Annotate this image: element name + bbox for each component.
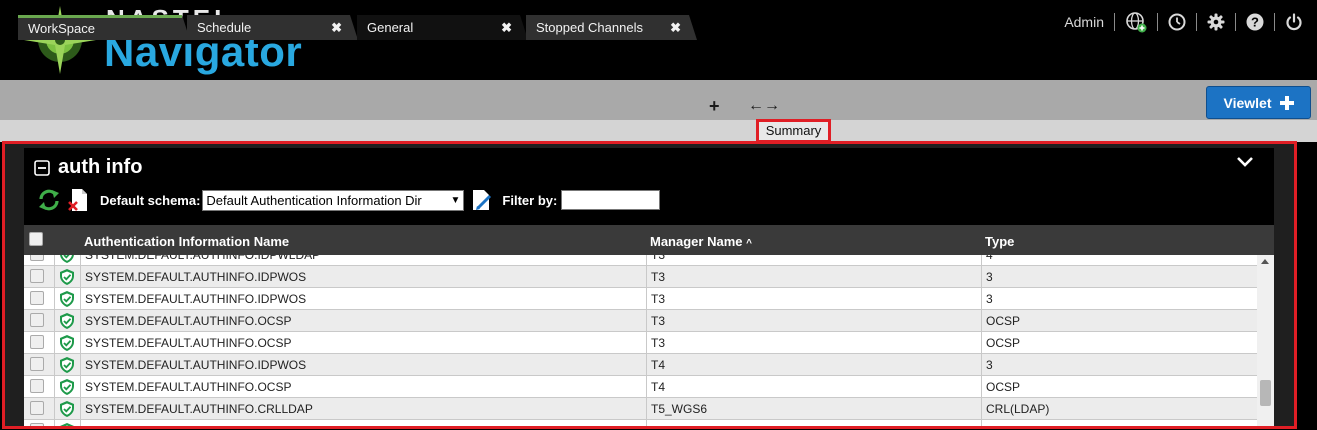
tab-label: General: [367, 20, 414, 35]
gear-icon[interactable]: [1207, 13, 1225, 31]
tab-label: WorkSpace: [28, 21, 95, 36]
globe-add-icon[interactable]: [1125, 11, 1147, 33]
divider: [1235, 13, 1236, 31]
svg-text:?: ?: [1251, 15, 1259, 30]
tab-workspace[interactable]: WorkSpace: [18, 15, 182, 40]
sub-tab-strip: [0, 120, 1317, 142]
plus-icon: [1279, 95, 1294, 110]
tab-label: Stopped Channels: [536, 20, 643, 35]
close-icon[interactable]: ✖: [670, 15, 681, 40]
add-tab-button[interactable]: +: [709, 96, 720, 117]
divider: [1274, 13, 1275, 31]
power-icon[interactable]: [1285, 13, 1303, 31]
divider: [1157, 13, 1158, 31]
clock-icon[interactable]: [1168, 13, 1186, 31]
user-name[interactable]: Admin: [1064, 14, 1104, 30]
viewlet-button-label: Viewlet: [1223, 94, 1272, 111]
app-root: NASTEL Navigator Admin: [0, 0, 1317, 430]
header-actions: Admin ?: [1064, 10, 1303, 34]
app-header: NASTEL Navigator Admin: [0, 0, 1317, 80]
help-icon[interactable]: ?: [1246, 13, 1264, 31]
close-icon[interactable]: ✖: [331, 15, 342, 40]
tab-schedule[interactable]: Schedule ✖: [187, 15, 350, 40]
tab-edge: [689, 15, 697, 40]
tab-nav-arrows[interactable]: ←→: [748, 97, 780, 115]
tab-stopped-channels[interactable]: Stopped Channels ✖: [526, 15, 689, 40]
tab-bar: [0, 80, 1317, 120]
divider: [1196, 13, 1197, 31]
divider: [1114, 13, 1115, 31]
tab-general[interactable]: General ✖: [357, 15, 520, 40]
add-viewlet-button[interactable]: Viewlet: [1206, 86, 1311, 119]
tab-label: Schedule: [197, 20, 252, 35]
close-icon[interactable]: ✖: [501, 15, 512, 40]
sub-tab-summary[interactable]: Summary: [756, 119, 831, 143]
highlight-box: [2, 141, 1297, 429]
